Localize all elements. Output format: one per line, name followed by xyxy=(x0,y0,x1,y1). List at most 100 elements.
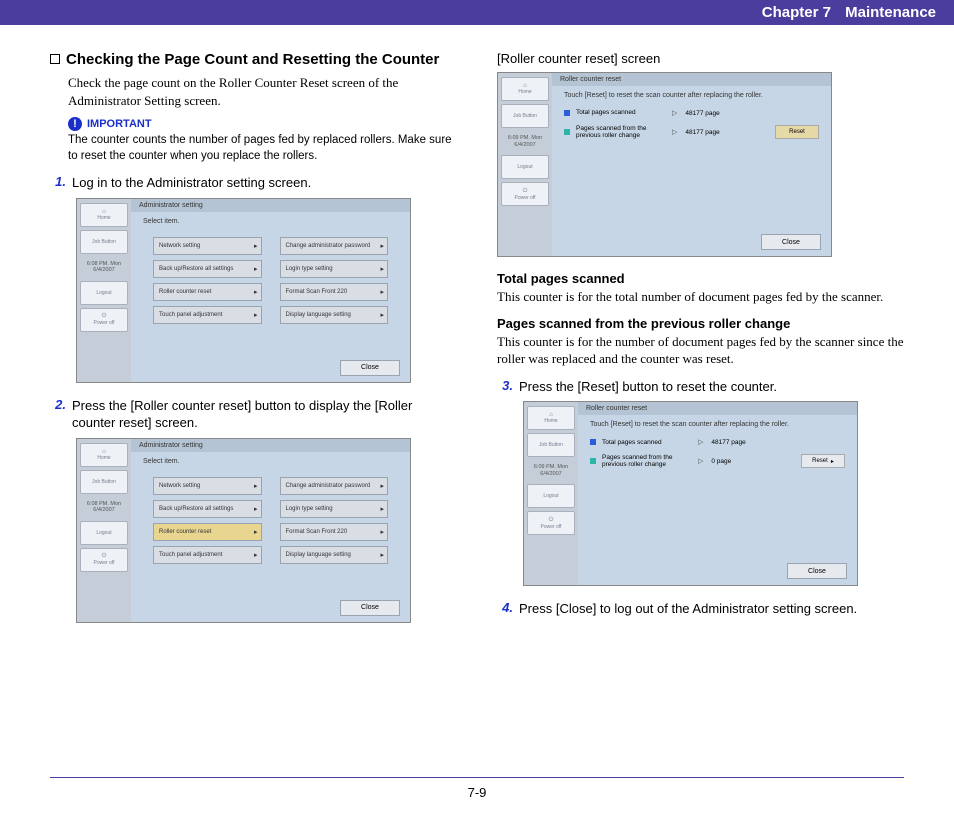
shot-sidebar: ⌂ Home Job Button 6:08 PM. Mon 6/4/2007 … xyxy=(77,439,131,622)
total-pages-row: Total pages scanned ▷ 48177 page xyxy=(578,434,857,450)
job-button[interactable]: Job Button xyxy=(501,104,549,128)
close-button[interactable]: Close xyxy=(761,234,821,250)
reset-button[interactable]: Reset xyxy=(775,125,819,139)
screenshot-admin-setting: ⌂ Home Job Button 6:08 PM. Mon 6/4/2007 … xyxy=(76,198,411,383)
chevron-right-icon: ▸ xyxy=(254,265,258,273)
important-callout: ! IMPORTANT xyxy=(68,117,457,131)
shot-main-panel: Roller counter reset Touch [Reset] to re… xyxy=(552,73,831,256)
panel-title: Administrator setting xyxy=(131,439,410,452)
home-button[interactable]: ⌂ Home xyxy=(80,203,128,227)
shot-main-panel: Administrator setting Select item. Netwo… xyxy=(131,199,410,382)
blue-marker-icon xyxy=(590,439,596,445)
chevron-right-icon: ▸ xyxy=(254,505,258,513)
total-pages-value: 48177 page xyxy=(711,439,771,446)
close-button[interactable]: Close xyxy=(787,563,847,579)
section-body: Check the page count on the Roller Count… xyxy=(68,74,457,109)
triangle-icon: ▷ xyxy=(672,128,677,136)
job-button[interactable]: Job Button xyxy=(80,230,128,254)
screenshot-admin-setting-highlight: ⌂ Home Job Button 6:08 PM. Mon 6/4/2007 … xyxy=(76,438,411,623)
power-icon: ⏻ xyxy=(102,553,107,560)
panel-title: Administrator setting xyxy=(131,199,410,212)
shot-sidebar: ⌂ Home Job Button 6:09 PM. Mon 6/4/2007 … xyxy=(524,402,578,585)
home-button[interactable]: ⌂ Home xyxy=(80,443,128,467)
chevron-right-icon: ▸ xyxy=(254,311,258,319)
chevron-right-icon: ▸ xyxy=(380,505,384,513)
chevron-right-icon: ▸ xyxy=(831,458,834,465)
step-2: 2. Press the [Roller counter reset] butt… xyxy=(50,397,457,432)
shot-sidebar: ⌂ Home Job Button 6:09 PM. Mon 6/4/2007 … xyxy=(498,73,552,256)
poweroff-button[interactable]: ⏻ Power off xyxy=(80,548,128,572)
total-pages-row: Total pages scanned ▷ 48177 page xyxy=(552,105,831,121)
poweroff-button[interactable]: ⏻ Power off xyxy=(80,308,128,332)
format-button[interactable]: Format Scan Front 220▸ xyxy=(280,523,389,541)
chapter-number: Chapter 7 xyxy=(762,4,831,21)
display-language-button[interactable]: Display language setting▸ xyxy=(280,546,389,564)
poweroff-button[interactable]: ⏻ Power off xyxy=(527,511,575,535)
triangle-icon: ▷ xyxy=(698,438,703,446)
job-button[interactable]: Job Button xyxy=(527,433,575,457)
panel-title: Roller counter reset xyxy=(552,73,831,86)
home-button[interactable]: ⌂ Home xyxy=(527,406,575,430)
left-column: Checking the Page Count and Resetting th… xyxy=(50,51,457,637)
time-display: 6:08 PM. Mon 6/4/2007 xyxy=(87,501,121,514)
prev-pages-value: 0 page xyxy=(711,458,771,465)
important-label: IMPORTANT xyxy=(87,118,152,130)
step-1: 1. Log in to the Administrator setting s… xyxy=(50,174,457,192)
power-icon: ⏻ xyxy=(102,313,107,320)
network-setting-button[interactable]: Network setting▸ xyxy=(153,477,262,495)
logout-button[interactable]: Logout xyxy=(527,484,575,508)
poweroff-button[interactable]: ⏻ Power off xyxy=(501,182,549,206)
logout-button[interactable]: Logout xyxy=(80,521,128,545)
prev-pages-desc: This counter is for the number of docume… xyxy=(497,333,904,368)
chevron-right-icon: ▸ xyxy=(380,288,384,296)
chevron-right-icon: ▸ xyxy=(254,528,258,536)
power-icon: ⏻ xyxy=(523,188,528,195)
login-type-button[interactable]: Login type setting▸ xyxy=(280,260,389,278)
shot-main-panel: Roller counter reset Touch [Reset] to re… xyxy=(578,402,857,585)
step-text: Press the [Reset] button to reset the co… xyxy=(519,378,904,396)
rcr-screen-caption: [Roller counter reset] screen xyxy=(497,51,904,66)
touch-panel-button[interactable]: Touch panel adjustment▸ xyxy=(153,546,262,564)
screenshot-roller-counter-reset: ⌂ Home Job Button 6:09 PM. Mon 6/4/2007 … xyxy=(497,72,832,257)
close-button[interactable]: Close xyxy=(340,360,400,376)
home-button[interactable]: ⌂ Home xyxy=(501,77,549,101)
chevron-right-icon: ▸ xyxy=(380,265,384,273)
blue-marker-icon xyxy=(564,110,570,116)
heading-bullet-icon xyxy=(50,54,60,64)
logout-button[interactable]: Logout xyxy=(501,155,549,179)
touch-panel-button[interactable]: Touch panel adjustment▸ xyxy=(153,306,262,324)
backup-restore-button[interactable]: Back up/Restore all settings▸ xyxy=(153,260,262,278)
change-password-button[interactable]: Change administrator password▸ xyxy=(280,477,389,495)
step-number: 4. xyxy=(497,600,513,618)
chapter-title: Maintenance xyxy=(845,4,936,21)
total-pages-desc: This counter is for the total number of … xyxy=(497,288,904,306)
logout-button[interactable]: Logout xyxy=(80,281,128,305)
step-4: 4. Press [Close] to log out of the Admin… xyxy=(497,600,904,618)
panel-title: Roller counter reset xyxy=(578,402,857,415)
section-title: Checking the Page Count and Resetting th… xyxy=(66,51,439,68)
chevron-right-icon: ▸ xyxy=(254,482,258,490)
prev-pages-heading: Pages scanned from the previous roller c… xyxy=(497,316,904,331)
roller-counter-reset-button[interactable]: Roller counter reset▸ xyxy=(153,283,262,301)
time-display: 6:09 PM. Mon 6/4/2007 xyxy=(508,135,542,148)
prev-pages-value: 48177 page xyxy=(685,129,745,136)
format-button[interactable]: Format Scan Front 220▸ xyxy=(280,283,389,301)
chapter-header: Chapter 7 Maintenance xyxy=(0,0,954,25)
display-language-button[interactable]: Display language setting▸ xyxy=(280,306,389,324)
reset-button[interactable]: Reset ▸ xyxy=(801,454,845,468)
job-button[interactable]: Job Button xyxy=(80,470,128,494)
backup-restore-button[interactable]: Back up/Restore all settings▸ xyxy=(153,500,262,518)
chevron-right-icon: ▸ xyxy=(254,242,258,250)
network-setting-button[interactable]: Network setting▸ xyxy=(153,237,262,255)
change-password-button[interactable]: Change administrator password▸ xyxy=(280,237,389,255)
teal-marker-icon xyxy=(590,458,596,464)
login-type-button[interactable]: Login type setting▸ xyxy=(280,500,389,518)
select-item-label: Select item. xyxy=(131,452,410,467)
roller-counter-reset-button[interactable]: Roller counter reset▸ xyxy=(153,523,262,541)
step-3: 3. Press the [Reset] button to reset the… xyxy=(497,378,904,396)
select-item-label: Select item. xyxy=(131,212,410,227)
step-number: 1. xyxy=(50,174,66,192)
rcr-instruction: Touch [Reset] to reset the scan counter … xyxy=(552,86,831,105)
important-icon: ! xyxy=(68,117,82,131)
close-button[interactable]: Close xyxy=(340,600,400,616)
